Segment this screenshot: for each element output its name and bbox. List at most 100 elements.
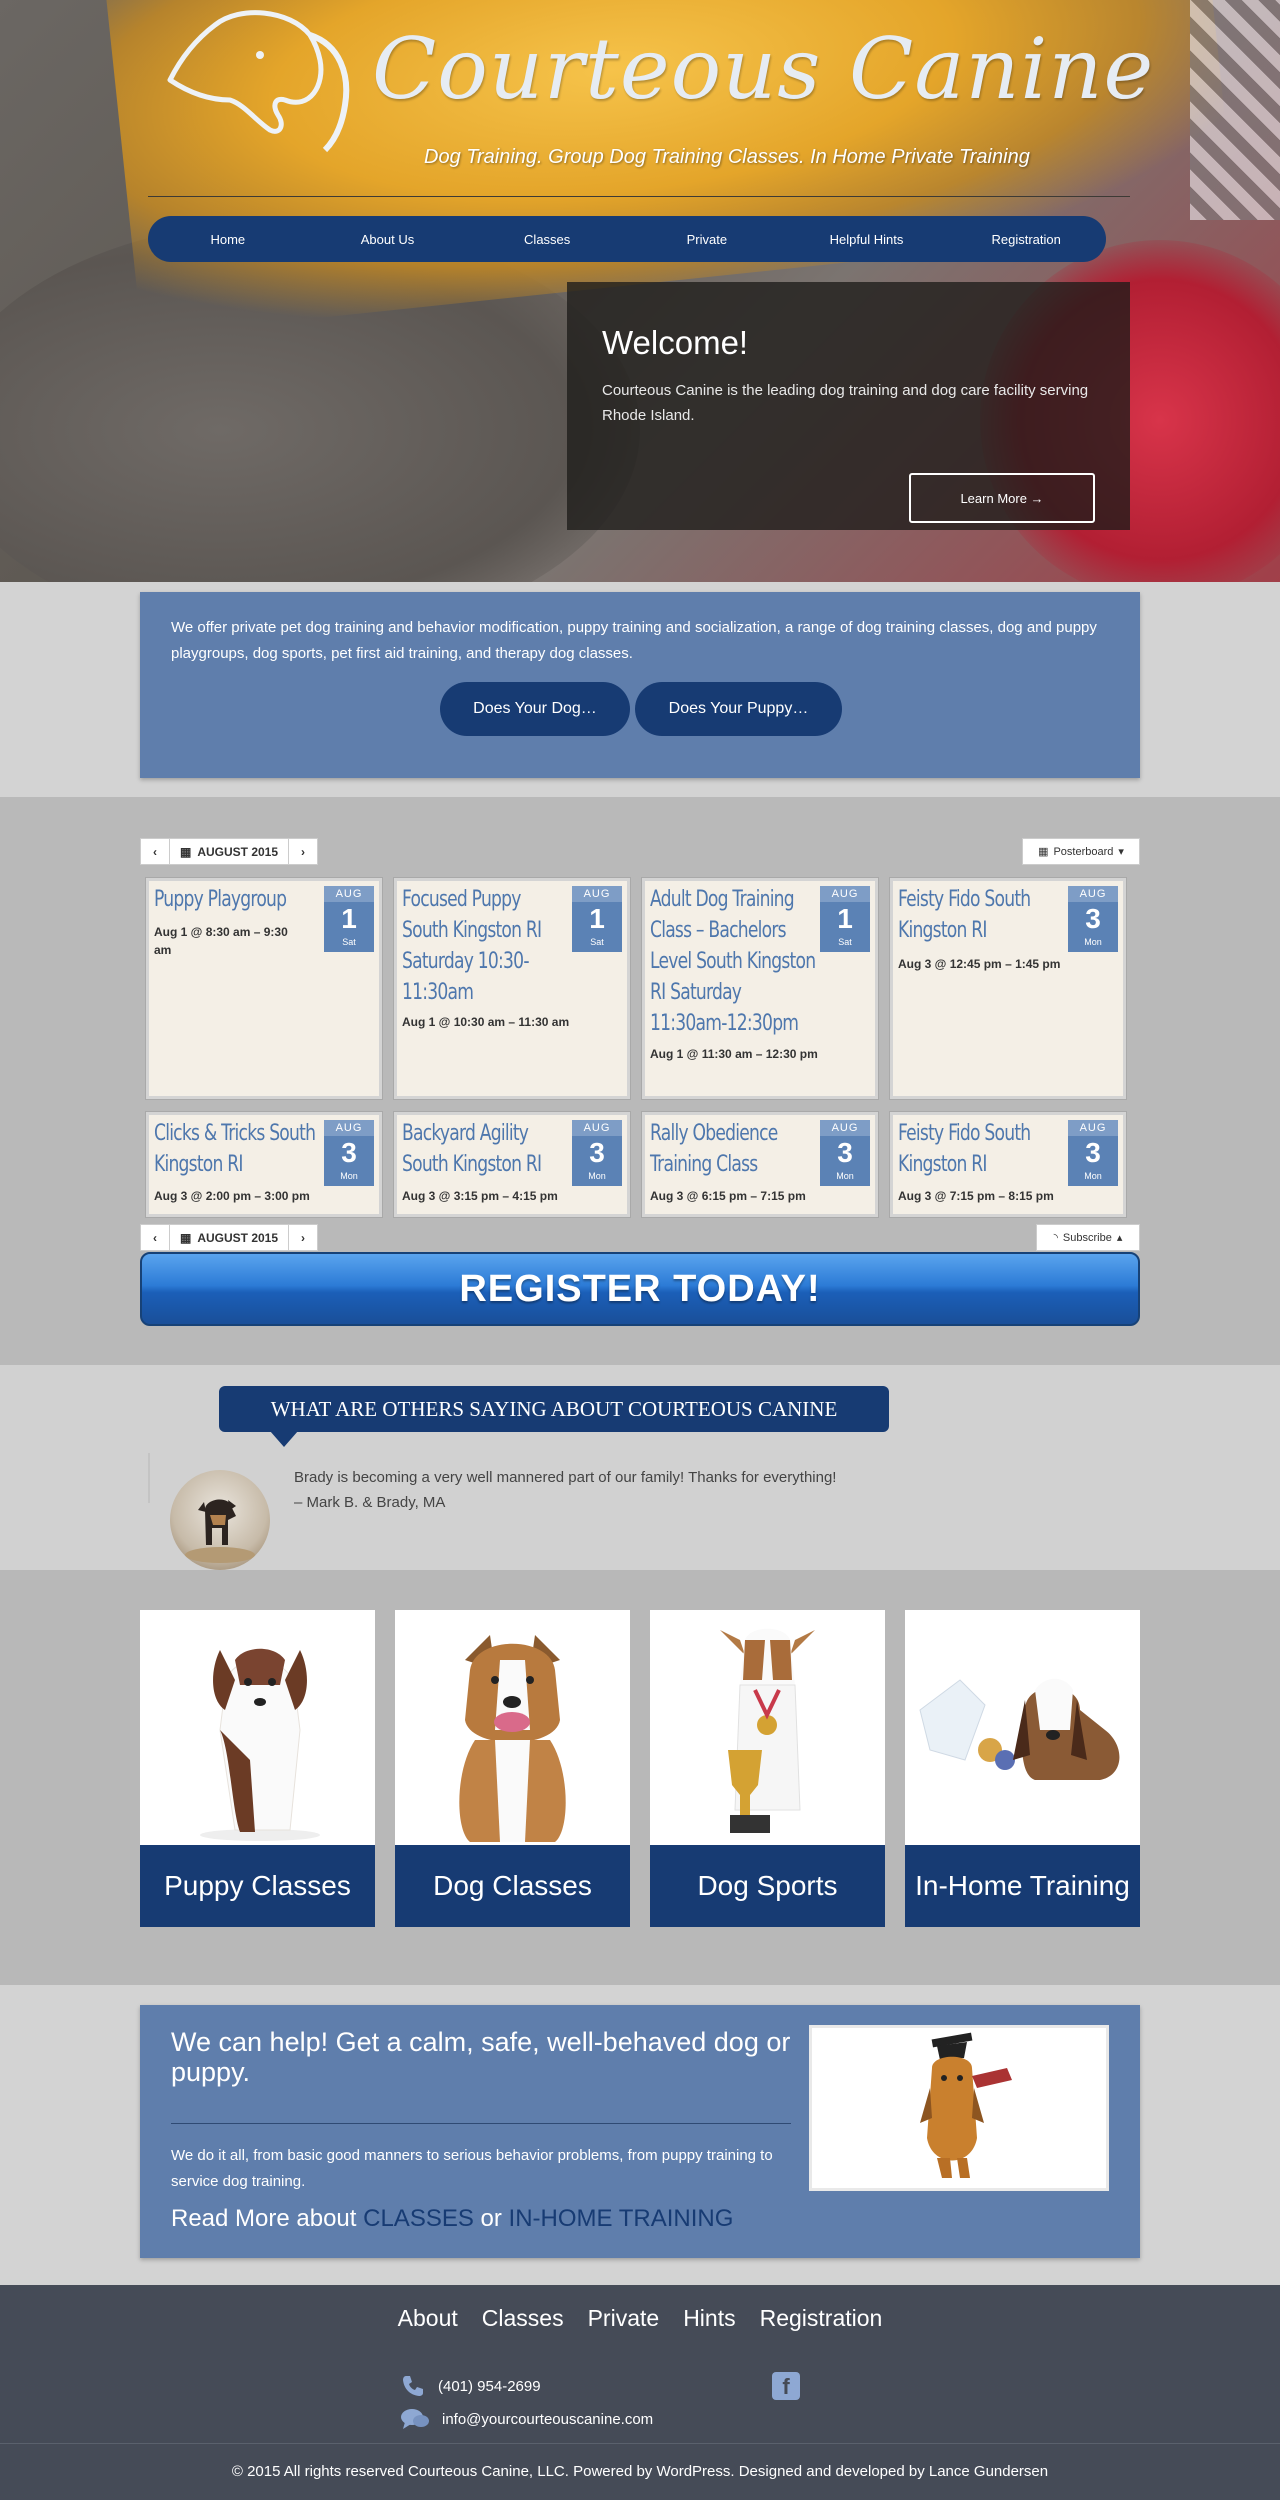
read-more-prefix: Read More about xyxy=(171,2205,357,2232)
class-card-sports[interactable]: Dog Sports xyxy=(650,1610,885,1927)
footer-nav-about[interactable]: About xyxy=(398,2305,458,2332)
register-today-button[interactable]: REGISTER TODAY! xyxy=(140,1252,1140,1326)
footer-nav-classes[interactable]: Classes xyxy=(482,2305,564,2332)
date-badge: AUG 1 Sat xyxy=(324,886,374,952)
grid-icon: ▦ xyxy=(1038,846,1049,858)
footer-nav-registration[interactable]: Registration xyxy=(760,2305,883,2332)
testimonial-section: WHAT ARE OTHERS SAYING ABOUT COURTEOUS C… xyxy=(0,1365,1280,1570)
does-your-dog-button[interactable]: Does Your Dog… xyxy=(440,682,630,736)
brand-name[interactable]: Courteous Canine xyxy=(372,20,1154,118)
event-time: Aug 3 @ 6:15 pm – 7:15 pm xyxy=(650,1189,806,1203)
event-title[interactable]: Feisty Fido South Kingston RI xyxy=(898,1118,1066,1180)
date-badge: AUG 1 Sat xyxy=(820,886,870,952)
quote-text: Brady is becoming a very well mannered p… xyxy=(294,1469,837,1486)
learn-more-button[interactable]: Learn More → xyxy=(909,473,1095,523)
event-card[interactable]: Feisty Fido South Kingston RI Aug 3 @ 12… xyxy=(889,877,1127,1100)
class-card-label[interactable]: In-Home Training xyxy=(905,1845,1140,1927)
dog-trophy-photo xyxy=(650,1610,885,1845)
dog-photo xyxy=(395,1610,630,1845)
caret-down-icon: ▾ xyxy=(1118,846,1124,858)
view-selector[interactable]: ▦ Posterboard ▾ xyxy=(1022,838,1140,865)
hero-banner: Courteous Canine Dog Training. Group Dog… xyxy=(0,0,1280,582)
help-panel: We can help! Get a calm, safe, well-beha… xyxy=(140,2005,1140,2258)
intro-panel: We offer private pet dog training and be… xyxy=(140,592,1140,778)
month-label: AUGUST 2015 xyxy=(197,1230,279,1245)
prev-month-button[interactable]: ‹ xyxy=(141,1225,169,1250)
help-section: We can help! Get a calm, safe, well-beha… xyxy=(0,1985,1280,2285)
class-card-puppy[interactable]: Puppy Classes xyxy=(140,1610,375,1927)
next-month-button[interactable]: › xyxy=(289,839,317,864)
class-card-dog[interactable]: Dog Classes xyxy=(395,1610,630,1927)
header-divider xyxy=(148,196,1130,197)
phone-number: (401) 954-2699 xyxy=(438,2377,541,2395)
nav-classes[interactable]: Classes xyxy=(467,232,627,247)
event-card[interactable]: Adult Dog Training Class – Bachelors Lev… xyxy=(641,877,879,1100)
calendar-nav-top: ‹ ▦ AUGUST 2015 › xyxy=(140,838,318,865)
event-title[interactable]: Backyard Agility South Kingston RI xyxy=(402,1118,570,1180)
nav-about-us[interactable]: About Us xyxy=(308,232,468,247)
dog-head-logo-icon[interactable] xyxy=(160,5,360,175)
date-badge: AUG 3 Mon xyxy=(1068,1120,1118,1186)
event-card[interactable]: Focused Puppy South Kingston RI Saturday… xyxy=(393,877,631,1100)
graduate-dog-photo xyxy=(809,2025,1109,2191)
event-card[interactable]: Puppy Playgroup Aug 1 @ 8:30 am – 9:30 a… xyxy=(145,877,383,1100)
event-title[interactable]: Feisty Fido South Kingston RI xyxy=(898,884,1066,946)
brand-tagline: Dog Training. Group Dog Training Classes… xyxy=(424,146,1030,168)
event-card[interactable]: Clicks & Tricks South Kingston RI Aug 3 … xyxy=(145,1111,383,1218)
footer: About Classes Private Hints Registration… xyxy=(0,2285,1280,2500)
event-time: Aug 3 @ 3:15 pm – 4:15 pm xyxy=(402,1189,558,1203)
calendar-nav-bottom: ‹ ▦ AUGUST 2015 › xyxy=(140,1224,318,1251)
event-card[interactable]: Backyard Agility South Kingston RI Aug 3… xyxy=(393,1111,631,1218)
event-title[interactable]: Adult Dog Training Class – Bachelors Lev… xyxy=(650,884,818,1039)
testimonial-quote: Brady is becoming a very well mannered p… xyxy=(294,1465,836,1515)
event-card[interactable]: Rally Obedience Training Class Aug 3 @ 6… xyxy=(641,1111,879,1218)
nav-home[interactable]: Home xyxy=(148,232,308,247)
month-picker[interactable]: ▦ AUGUST 2015 xyxy=(169,839,289,864)
read-more-or: or xyxy=(480,2205,502,2232)
subscribe-label: Subscribe xyxy=(1062,1231,1112,1244)
nav-registration[interactable]: Registration xyxy=(946,232,1106,247)
testimonial-heading: WHAT ARE OTHERS SAYING ABOUT COURTEOUS C… xyxy=(219,1386,889,1432)
footer-nav-private[interactable]: Private xyxy=(588,2305,660,2332)
date-badge: AUG 1 Sat xyxy=(572,886,622,952)
event-title[interactable]: Clicks & Tricks South Kingston RI xyxy=(154,1118,322,1180)
event-time: Aug 1 @ 10:30 am – 11:30 am xyxy=(402,1015,570,1029)
copyright: © 2015 All rights reserved Courteous Can… xyxy=(231,2463,1049,2480)
event-title[interactable]: Rally Obedience Training Class xyxy=(650,1118,818,1180)
puppy-photo xyxy=(140,1610,375,1845)
help-divider xyxy=(171,2123,791,2124)
event-title[interactable]: Focused Puppy South Kingston RI Saturday… xyxy=(402,884,570,1008)
footer-phone[interactable]: (401) 954-2699 xyxy=(400,2373,541,2399)
date-badge: AUG 3 Mon xyxy=(572,1120,622,1186)
basset-photo xyxy=(905,1610,1140,1845)
welcome-text: Courteous Canine is the leading dog trai… xyxy=(602,382,1089,424)
hero-photo-pattern xyxy=(1190,0,1280,220)
subscribe-button[interactable]: ◝ Subscribe ▴ xyxy=(1036,1224,1140,1251)
does-your-puppy-button[interactable]: Does Your Puppy… xyxy=(635,682,842,736)
classes-section: Puppy Classes Dog Classes Dog Sports In-… xyxy=(0,1570,1280,1985)
calendar-icon: ▦ xyxy=(179,1230,192,1245)
facebook-icon[interactable]: f xyxy=(772,2372,800,2400)
classes-link[interactable]: CLASSES xyxy=(363,2205,474,2232)
class-card-label[interactable]: Puppy Classes xyxy=(140,1845,375,1927)
nav-private[interactable]: Private xyxy=(627,232,787,247)
class-card-label[interactable]: Dog Sports xyxy=(650,1845,885,1927)
in-home-training-link[interactable]: IN-HOME TRAINING xyxy=(509,2205,734,2232)
date-badge: AUG 3 Mon xyxy=(1068,886,1118,952)
puppy-photo xyxy=(185,1499,255,1563)
class-card-label[interactable]: Dog Classes xyxy=(395,1845,630,1927)
email-address: info@yourcourteouscanine.com xyxy=(442,2410,654,2428)
class-card-in-home[interactable]: In-Home Training xyxy=(905,1610,1140,1927)
nav-helpful-hints[interactable]: Helpful Hints xyxy=(787,232,947,247)
speech-bubble-tail xyxy=(270,1431,298,1447)
month-picker[interactable]: ▦ AUGUST 2015 xyxy=(169,1225,289,1250)
testimonial-avatar xyxy=(170,1470,270,1570)
prev-month-button[interactable]: ‹ xyxy=(141,839,169,864)
help-text: We do it all, from basic good manners to… xyxy=(171,2147,773,2190)
next-month-button[interactable]: › xyxy=(289,1225,317,1250)
footer-nav-hints[interactable]: Hints xyxy=(683,2305,735,2332)
event-title[interactable]: Puppy Playgroup xyxy=(154,884,322,915)
footer-email[interactable]: info@yourcourteouscanine.com xyxy=(400,2407,653,2431)
event-card[interactable]: Feisty Fido South Kingston RI Aug 3 @ 7:… xyxy=(889,1111,1127,1218)
event-time: Aug 1 @ 11:30 am – 12:30 pm xyxy=(650,1047,818,1061)
